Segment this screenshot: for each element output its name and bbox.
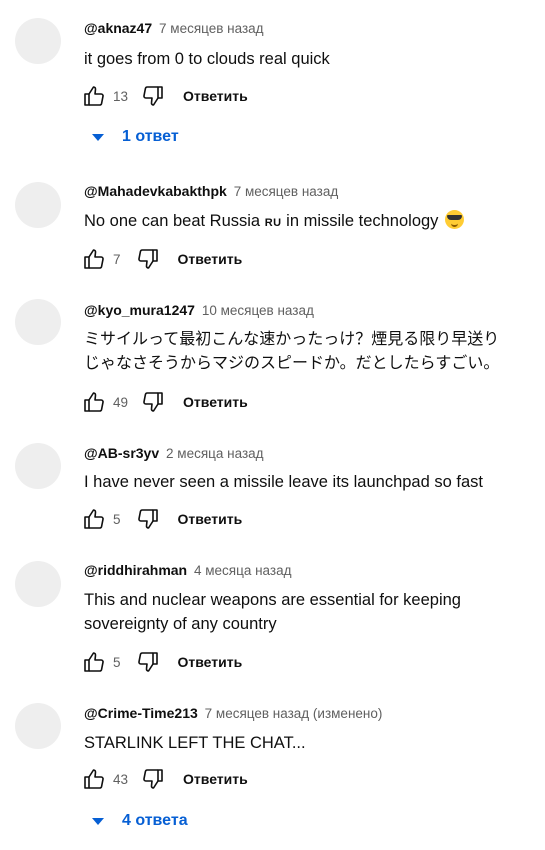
dislike-button[interactable] [139, 82, 167, 110]
replies-count-label: 4 ответа [122, 812, 188, 829]
replies-count-label: 1 ответ [122, 128, 179, 145]
comment-text-start: No one can beat Russia [84, 212, 265, 230]
comment-text: No one can beat Russia RU in missile tec… [84, 209, 539, 235]
chevron-down-icon [90, 813, 106, 829]
avatar[interactable] [15, 18, 61, 64]
reply-button[interactable]: Ответить [183, 394, 248, 410]
thumb-up-icon [84, 86, 104, 106]
like-button[interactable] [80, 505, 108, 533]
thumb-down-icon [137, 249, 158, 269]
comment-time[interactable]: 4 месяца назад [194, 563, 292, 578]
comment-text: This and nuclear weapons are essential f… [84, 588, 539, 636]
like-count: 13 [113, 88, 129, 104]
dislike-button[interactable] [134, 245, 162, 273]
comment-text-line: じゃなさそうからマジのスピードか。だとしたらすごい。 [84, 353, 500, 372]
avatar[interactable] [15, 182, 61, 228]
comment-actions: 5 Ответить [80, 505, 242, 533]
reply-button[interactable]: Ответить [178, 654, 243, 670]
like-button[interactable] [80, 82, 108, 110]
comment-header: @AB-sr3yv 2 месяца назад [84, 444, 264, 463]
comment-actions: 13 Ответить [80, 82, 248, 110]
comment-author[interactable]: @Mahadevkabakthpk [84, 183, 227, 199]
thumb-up-icon [84, 652, 104, 672]
reply-button[interactable]: Ответить [183, 88, 248, 104]
thumb-up-icon [84, 769, 104, 789]
like-button[interactable] [80, 765, 108, 793]
thumb-down-icon [143, 769, 163, 789]
comment-text: I have never seen a missile leave its la… [84, 473, 483, 491]
comment-header: @riddhirahman 4 месяца назад [84, 561, 292, 580]
comment-time[interactable]: 2 месяца назад [166, 446, 264, 461]
comment-author[interactable]: @kyo_mura1247 [84, 302, 195, 318]
like-count: 49 [113, 394, 129, 410]
dislike-button[interactable] [134, 648, 162, 676]
avatar[interactable] [15, 299, 61, 345]
comment-header: @Mahadevkabakthpk 7 месяцев назад [84, 182, 338, 201]
comment-time[interactable]: 7 месяцев назад (изменено) [205, 706, 383, 721]
like-count: 5 [113, 654, 121, 670]
thumb-up-icon [84, 392, 104, 412]
dislike-button[interactable] [139, 765, 167, 793]
like-button[interactable] [80, 245, 108, 273]
reply-button[interactable]: Ответить [178, 251, 243, 267]
reply-button[interactable]: Ответить [183, 771, 248, 787]
thumb-down-icon [137, 509, 158, 529]
comment-time[interactable]: 7 месяцев назад [234, 184, 339, 199]
dislike-button[interactable] [134, 505, 162, 533]
like-button[interactable] [80, 388, 108, 416]
comment-header: @Crime-Time213 7 месяцев назад (изменено… [84, 704, 382, 723]
reply-button[interactable]: Ответить [178, 511, 243, 527]
thumb-down-icon [143, 392, 163, 412]
avatar[interactable] [15, 703, 61, 749]
comment-text-line: ミサイルって最初こんな速かったっけ？煙見る限り早送り [84, 329, 500, 348]
comment-author[interactable]: @Crime-Time213 [84, 705, 198, 721]
comment-text-line: This and nuclear weapons are essential f… [84, 591, 461, 609]
thumb-down-icon [137, 652, 158, 672]
avatar[interactable] [15, 443, 61, 489]
comment-author[interactable]: @aknaz47 [84, 20, 152, 36]
country-flag-ru: RU [264, 217, 282, 229]
dislike-button[interactable] [139, 388, 167, 416]
comment-time[interactable]: 10 месяцев назад [202, 303, 314, 318]
chevron-down-icon [90, 129, 106, 145]
like-button[interactable] [80, 648, 108, 676]
comment-actions: 49 Ответить [80, 388, 248, 416]
comment-text: ミサイルって最初こんな速かったっけ？煙見る限り早送り じゃなさそうからマジのスピ… [84, 327, 539, 375]
smiling-face-with-sunglasses-icon [445, 210, 465, 229]
like-count: 7 [113, 251, 121, 267]
comment-text: it goes from 0 to clouds real quick [84, 50, 330, 68]
view-replies-button[interactable]: 4 ответа [90, 812, 188, 830]
comment-actions: 5 Ответить [80, 648, 242, 676]
thumb-down-icon [143, 86, 163, 106]
view-replies-button[interactable]: 1 ответ [90, 128, 179, 146]
comment-actions: 43 Ответить [80, 765, 248, 793]
comment-text: STARLINK LEFT THE CHAT... [84, 734, 306, 752]
avatar[interactable] [15, 561, 61, 607]
thumb-up-icon [84, 509, 104, 529]
comment-time[interactable]: 7 месяцев назад [159, 21, 264, 36]
like-count: 43 [113, 771, 129, 787]
comment-text-end: in missile technology [281, 212, 444, 230]
comment-author[interactable]: @AB-sr3yv [84, 445, 159, 461]
comment-text-line: sovereignty of any country [84, 615, 277, 633]
thumb-up-icon [84, 249, 104, 269]
comment-header: @aknaz47 7 месяцев назад [84, 19, 264, 38]
like-count: 5 [113, 511, 121, 527]
comment-author[interactable]: @riddhirahman [84, 562, 187, 578]
comment-actions: 7 Ответить [80, 245, 242, 273]
comment-header: @kyo_mura1247 10 месяцев назад [84, 301, 314, 320]
